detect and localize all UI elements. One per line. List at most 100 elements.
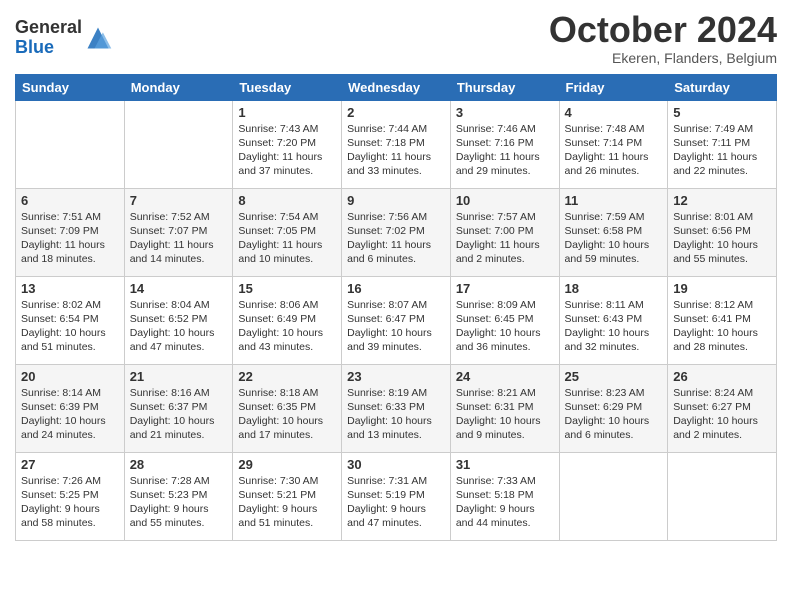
day-number: 3 bbox=[456, 105, 554, 120]
calendar-cell: 19Sunrise: 8:12 AMSunset: 6:41 PMDayligh… bbox=[668, 276, 777, 364]
day-number: 7 bbox=[130, 193, 228, 208]
calendar-cell: 10 Sunrise: 7:57 AMSunset: 7:00 PMDayligh… bbox=[450, 188, 559, 276]
cell-content: Sunrise: 7:33 AMSunset: 5:18 PMDaylight:… bbox=[456, 474, 554, 531]
calendar-day-header: Sunday bbox=[16, 74, 125, 100]
day-number: 26 bbox=[673, 369, 771, 384]
calendar-cell: 8Sunrise: 7:54 AMSunset: 7:05 PMDaylight… bbox=[233, 188, 342, 276]
calendar-week-row: 13Sunrise: 8:02 AMSunset: 6:54 PMDayligh… bbox=[16, 276, 777, 364]
cell-content: Sunrise: 7:57 AMSunset: 7:00 PMDaylight:… bbox=[456, 210, 554, 267]
calendar-cell: 14Sunrise: 8:04 AMSunset: 6:52 PMDayligh… bbox=[124, 276, 233, 364]
calendar-day-header: Saturday bbox=[668, 74, 777, 100]
day-number: 2 bbox=[347, 105, 445, 120]
calendar-table: SundayMondayTuesdayWednesdayThursdayFrid… bbox=[15, 74, 777, 541]
cell-content: Sunrise: 7:54 AMSunset: 7:05 PMDaylight:… bbox=[238, 210, 336, 267]
calendar-cell: 12 Sunrise: 8:01 AMSunset: 6:56 PMDayligh… bbox=[668, 188, 777, 276]
calendar-cell: 23Sunrise: 8:19 AMSunset: 6:33 PMDayligh… bbox=[342, 364, 451, 452]
cell-content: Sunrise: 8:23 AMSunset: 6:29 PMDaylight:… bbox=[565, 386, 663, 443]
calendar-cell: 15 Sunrise: 8:06 AMSunset: 6:49 PMDayligh… bbox=[233, 276, 342, 364]
cell-content: Sunrise: 8:21 AMSunset: 6:31 PMDaylight:… bbox=[456, 386, 554, 443]
calendar-cell: 18 Sunrise: 8:11 AMSunset: 6:43 PMDayligh… bbox=[559, 276, 668, 364]
day-number: 25 bbox=[565, 369, 663, 384]
calendar-cell: 21Sunrise: 8:16 AMSunset: 6:37 PMDayligh… bbox=[124, 364, 233, 452]
day-number: 23 bbox=[347, 369, 445, 384]
calendar-cell: 25 Sunrise: 8:23 AMSunset: 6:29 PMDayligh… bbox=[559, 364, 668, 452]
day-number: 9 bbox=[347, 193, 445, 208]
calendar-day-header: Wednesday bbox=[342, 74, 451, 100]
calendar-cell: 7Sunrise: 7:52 AMSunset: 7:07 PMDaylight… bbox=[124, 188, 233, 276]
cell-content: Sunrise: 7:26 AMSunset: 5:25 PMDaylight:… bbox=[21, 474, 119, 531]
day-number: 10 bbox=[456, 193, 554, 208]
day-number: 19 bbox=[673, 281, 771, 296]
day-number: 13 bbox=[21, 281, 119, 296]
calendar-cell: 24Sunrise: 8:21 AMSunset: 6:31 PMDayligh… bbox=[450, 364, 559, 452]
day-number: 4 bbox=[565, 105, 663, 120]
calendar-cell: 13Sunrise: 8:02 AMSunset: 6:54 PMDayligh… bbox=[16, 276, 125, 364]
calendar-cell: 20 Sunrise: 8:14 AMSunset: 6:39 PMDayligh… bbox=[16, 364, 125, 452]
calendar-cell: 11 Sunrise: 7:59 AMSunset: 6:58 PMDayligh… bbox=[559, 188, 668, 276]
day-number: 28 bbox=[130, 457, 228, 472]
cell-content: Sunrise: 7:44 AMSunset: 7:18 PMDaylight:… bbox=[347, 122, 445, 179]
day-number: 20 bbox=[21, 369, 119, 384]
calendar-day-header: Monday bbox=[124, 74, 233, 100]
logo-blue-text: Blue bbox=[15, 38, 82, 58]
calendar-cell: 3Sunrise: 7:46 AMSunset: 7:16 PMDaylight… bbox=[450, 100, 559, 188]
day-number: 11 bbox=[565, 193, 663, 208]
day-number: 5 bbox=[673, 105, 771, 120]
location: Ekeren, Flanders, Belgium bbox=[549, 50, 777, 66]
calendar-week-row: 6 Sunrise: 7:51 AMSunset: 7:09 PMDaylight… bbox=[16, 188, 777, 276]
calendar-cell bbox=[124, 100, 233, 188]
calendar-cell bbox=[559, 452, 668, 540]
day-number: 16 bbox=[347, 281, 445, 296]
calendar-cell: 6 Sunrise: 7:51 AMSunset: 7:09 PMDaylight… bbox=[16, 188, 125, 276]
cell-content: Sunrise: 7:59 AMSunset: 6:58 PMDaylight:… bbox=[565, 210, 663, 267]
day-number: 29 bbox=[238, 457, 336, 472]
calendar-cell: 26 Sunrise: 8:24 AMSunset: 6:27 PMDayligh… bbox=[668, 364, 777, 452]
day-number: 27 bbox=[21, 457, 119, 472]
day-number: 12 bbox=[673, 193, 771, 208]
calendar-day-header: Thursday bbox=[450, 74, 559, 100]
day-number: 22 bbox=[238, 369, 336, 384]
cell-content: Sunrise: 7:28 AMSunset: 5:23 PMDaylight:… bbox=[130, 474, 228, 531]
cell-content: Sunrise: 8:18 AMSunset: 6:35 PMDaylight:… bbox=[238, 386, 336, 443]
day-number: 18 bbox=[565, 281, 663, 296]
calendar-cell: 17Sunrise: 8:09 AMSunset: 6:45 PMDayligh… bbox=[450, 276, 559, 364]
calendar-cell: 9 Sunrise: 7:56 AMSunset: 7:02 PMDaylight… bbox=[342, 188, 451, 276]
day-number: 21 bbox=[130, 369, 228, 384]
cell-content: Sunrise: 7:30 AMSunset: 5:21 PMDaylight:… bbox=[238, 474, 336, 531]
cell-content: Sunrise: 7:51 AMSunset: 7:09 PMDaylight:… bbox=[21, 210, 119, 267]
logo: General Blue bbox=[15, 18, 112, 58]
cell-content: Sunrise: 8:06 AMSunset: 6:49 PMDaylight:… bbox=[238, 298, 336, 355]
cell-content: Sunrise: 7:49 AMSunset: 7:11 PMDaylight:… bbox=[673, 122, 771, 179]
calendar-day-header: Tuesday bbox=[233, 74, 342, 100]
cell-content: Sunrise: 8:01 AMSunset: 6:56 PMDaylight:… bbox=[673, 210, 771, 267]
title-area: October 2024 Ekeren, Flanders, Belgium bbox=[549, 10, 777, 66]
calendar-week-row: 20 Sunrise: 8:14 AMSunset: 6:39 PMDayligh… bbox=[16, 364, 777, 452]
calendar-cell: 5 Sunrise: 7:49 AMSunset: 7:11 PMDaylight… bbox=[668, 100, 777, 188]
day-number: 1 bbox=[238, 105, 336, 120]
day-number: 30 bbox=[347, 457, 445, 472]
calendar-day-header: Friday bbox=[559, 74, 668, 100]
calendar-cell: 31 Sunrise: 7:33 AMSunset: 5:18 PMDayligh… bbox=[450, 452, 559, 540]
day-number: 31 bbox=[456, 457, 554, 472]
calendar-header-row: SundayMondayTuesdayWednesdayThursdayFrid… bbox=[16, 74, 777, 100]
cell-content: Sunrise: 8:07 AMSunset: 6:47 PMDaylight:… bbox=[347, 298, 445, 355]
cell-content: Sunrise: 7:31 AMSunset: 5:19 PMDaylight:… bbox=[347, 474, 445, 531]
calendar-cell bbox=[668, 452, 777, 540]
calendar-cell: 1Sunrise: 7:43 AMSunset: 7:20 PMDaylight… bbox=[233, 100, 342, 188]
calendar-cell: 27 Sunrise: 7:26 AMSunset: 5:25 PMDayligh… bbox=[16, 452, 125, 540]
calendar-cell: 4Sunrise: 7:48 AMSunset: 7:14 PMDaylight… bbox=[559, 100, 668, 188]
cell-content: Sunrise: 8:11 AMSunset: 6:43 PMDaylight:… bbox=[565, 298, 663, 355]
day-number: 6 bbox=[21, 193, 119, 208]
calendar-week-row: 27 Sunrise: 7:26 AMSunset: 5:25 PMDayligh… bbox=[16, 452, 777, 540]
logo-general-text: General bbox=[15, 18, 82, 38]
cell-content: Sunrise: 7:56 AMSunset: 7:02 PMDaylight:… bbox=[347, 210, 445, 267]
cell-content: Sunrise: 8:09 AMSunset: 6:45 PMDaylight:… bbox=[456, 298, 554, 355]
cell-content: Sunrise: 8:14 AMSunset: 6:39 PMDaylight:… bbox=[21, 386, 119, 443]
cell-content: Sunrise: 8:24 AMSunset: 6:27 PMDaylight:… bbox=[673, 386, 771, 443]
day-number: 14 bbox=[130, 281, 228, 296]
month-title: October 2024 bbox=[549, 10, 777, 50]
day-number: 15 bbox=[238, 281, 336, 296]
calendar-cell bbox=[16, 100, 125, 188]
calendar-cell: 16 Sunrise: 8:07 AMSunset: 6:47 PMDayligh… bbox=[342, 276, 451, 364]
logo-icon bbox=[84, 24, 112, 52]
